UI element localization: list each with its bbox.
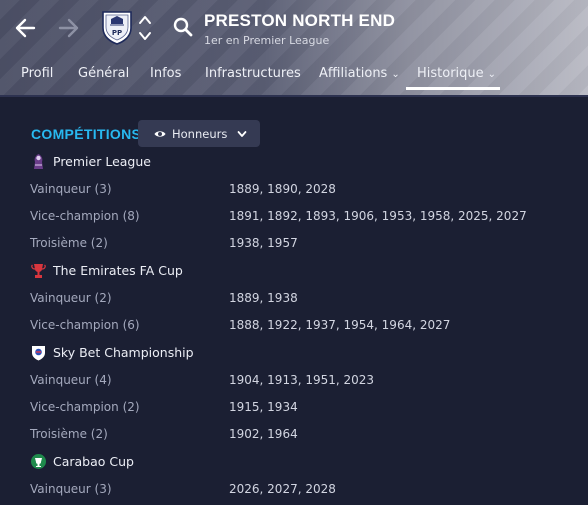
competition-name: The Emirates FA Cup xyxy=(53,262,183,278)
chevron-down-icon xyxy=(237,130,247,137)
honour-label: Vice-champion (6) xyxy=(30,318,140,332)
championship-icon xyxy=(32,345,45,360)
active-tab-indicator xyxy=(406,87,500,90)
honour-label: Troisième (2) xyxy=(30,236,108,250)
tab-affiliations[interactable]: Affiliations ⌄ xyxy=(319,66,400,81)
honour-years: 1915, 1934 xyxy=(229,400,298,414)
tab-infos[interactable]: Infos xyxy=(150,66,181,81)
carabao-cup-icon xyxy=(31,453,46,469)
honour-years: 1889, 1890, 2028 xyxy=(229,182,336,196)
fa-cup-icon xyxy=(31,263,46,278)
tab-infrastructures[interactable]: Infrastructures xyxy=(205,66,301,81)
competition-fa-cup[interactable]: The Emirates FA Cup xyxy=(30,260,183,280)
premier-league-icon xyxy=(34,153,43,169)
tab-general[interactable]: Général xyxy=(78,66,129,81)
competition-carabao-cup[interactable]: Carabao Cup xyxy=(30,451,134,471)
honour-years: 1904, 1913, 1951, 2023 xyxy=(229,373,375,387)
header-divider xyxy=(0,95,588,97)
honour-label: Vice-champion (8) xyxy=(30,209,140,223)
filter-label: Honneurs xyxy=(172,126,228,141)
honour-label: Vainqueur (3) xyxy=(30,482,112,496)
club-league-position: 1er en Premier League xyxy=(204,34,330,47)
arrow-left-icon xyxy=(15,18,36,38)
honour-years: 2026, 2027, 2028 xyxy=(229,482,336,496)
club-switcher-arrows-icon[interactable] xyxy=(136,12,154,44)
honour-label: Troisième (2) xyxy=(30,427,108,441)
section-title: COMPÉTITIONS xyxy=(31,126,142,142)
honour-label: Vice-champion (2) xyxy=(30,400,140,414)
honour-years: 1888, 1922, 1937, 1954, 1964, 2027 xyxy=(229,318,451,332)
club-crest-icon[interactable]: PP xyxy=(98,8,136,46)
chevron-down-icon: ⌄ xyxy=(487,69,497,80)
tab-historique[interactable]: Historique ⌄ xyxy=(417,66,496,81)
competition-premier-league[interactable]: Premier League xyxy=(30,151,151,171)
honour-label: Vainqueur (4) xyxy=(30,373,112,387)
forward-button[interactable] xyxy=(55,14,83,42)
eye-icon xyxy=(154,130,166,137)
crest-text: PP xyxy=(112,29,122,37)
honour-label: Vainqueur (3) xyxy=(30,182,112,196)
tab-profil[interactable]: Profil xyxy=(21,66,53,81)
back-button[interactable] xyxy=(11,14,39,42)
honour-years: 1891, 1892, 1893, 1906, 1953, 1958, 2025… xyxy=(229,209,527,223)
search-icon[interactable] xyxy=(172,16,194,38)
competition-name: Carabao Cup xyxy=(53,453,134,469)
club-name: PRESTON NORTH END xyxy=(204,11,396,30)
competition-name: Sky Bet Championship xyxy=(53,344,194,360)
competition-name: Premier League xyxy=(53,153,151,169)
honour-years: 1889, 1938 xyxy=(229,291,298,305)
honour-label: Vainqueur (2) xyxy=(30,291,112,305)
honours-filter-dropdown[interactable]: Honneurs xyxy=(138,120,260,147)
arrow-right-icon xyxy=(58,18,79,38)
honour-years: 1938, 1957 xyxy=(229,236,298,250)
chevron-down-icon: ⌄ xyxy=(391,69,400,80)
competition-championship[interactable]: Sky Bet Championship xyxy=(30,342,194,362)
honour-years: 1902, 1964 xyxy=(229,427,298,441)
